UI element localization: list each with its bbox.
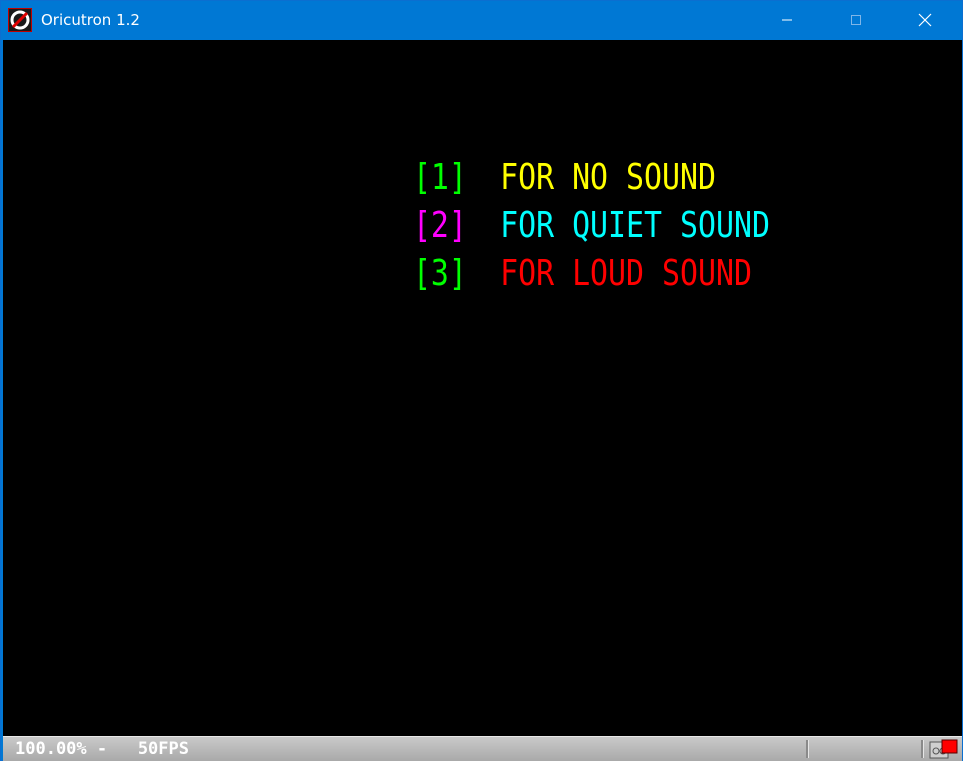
status-divider	[921, 740, 924, 758]
close-icon	[918, 13, 932, 27]
minimize-icon	[782, 19, 792, 21]
status-bar: 100.00% - 50FPS	[3, 736, 962, 761]
emulator-screen[interactable]: [1] FOR NO SOUND [2] FOR QUIET SOUND [3] FO…	[3, 40, 962, 736]
oricutron-window: Oricutron 1.2 [1] FOR NO SOUND [2] FOR QUI…	[0, 0, 963, 761]
status-divider	[806, 740, 809, 758]
maximize-icon	[851, 15, 861, 25]
menu-option-2: [2] FOR QUIET SOUND	[305, 154, 770, 246]
window-title: Oricutron 1.2	[41, 11, 140, 29]
minimize-button[interactable]	[764, 1, 810, 39]
close-button[interactable]	[902, 1, 948, 39]
menu-option-1: [1] FOR NO SOUND	[305, 106, 716, 198]
maximize-button[interactable]	[833, 1, 879, 39]
status-speed-fps: 100.00% - 50FPS	[15, 739, 189, 759]
tape-activity-icon	[929, 739, 958, 759]
menu-option-3: [3] FOR LOUD SOUND	[305, 202, 752, 294]
option-key-3: [3]	[412, 253, 467, 294]
title-bar[interactable]: Oricutron 1.2	[1, 1, 962, 39]
oricutron-app-icon[interactable]	[8, 8, 32, 32]
option-text-3: FOR LOUD SOUND	[500, 253, 752, 294]
